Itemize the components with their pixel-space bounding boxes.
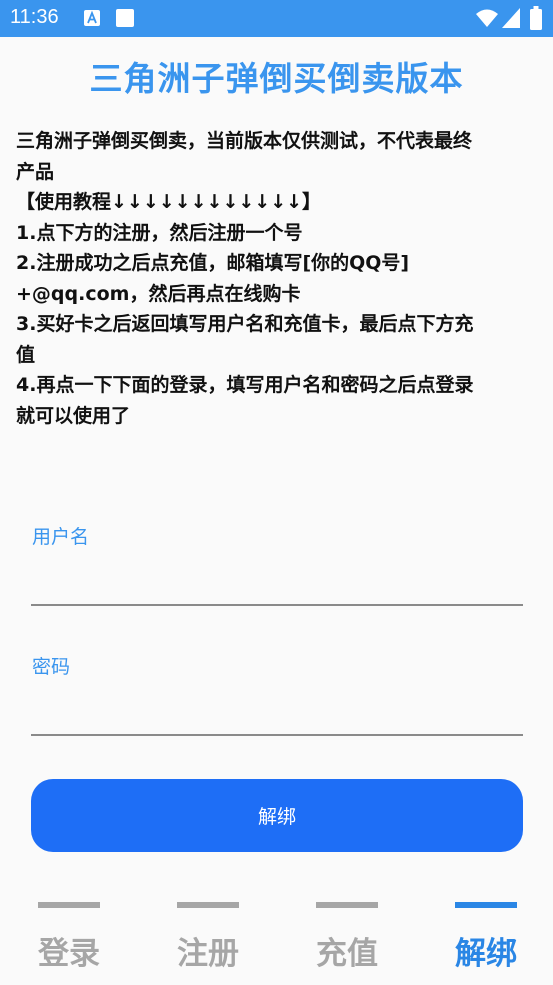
instruction-line: 三角洲子弹倒买倒卖，当前版本仅供测试，不代表最终: [16, 130, 473, 152]
a-notification-icon: [84, 10, 100, 26]
status-bar: 11:36: [0, 0, 553, 37]
instruction-line: 就可以使用了: [16, 404, 131, 427]
instruction-line: 1.点下方的注册，然后注册一个号: [16, 221, 303, 244]
username-label: 用户名: [32, 526, 90, 548]
nav-tab-label: 登录: [38, 936, 100, 972]
instructions-text: 三角洲子弹倒买倒卖，当前版本仅供测试，不代表最终 产品 【使用教程↓↓↓↓↓↓↓…: [16, 126, 538, 431]
bottom-nav: 登录 注册 充值 解绑: [0, 892, 553, 985]
signal-icon: [502, 8, 520, 28]
nav-tab-unbind[interactable]: 解绑: [455, 902, 517, 972]
instruction-line: 【使用教程↓↓↓↓↓↓↓↓↓↓↓↓】: [16, 191, 322, 213]
page-title: 三角洲子弹倒买倒卖版本: [89, 59, 464, 98]
nav-tab-label: 注册: [177, 936, 239, 972]
nav-indicator: [177, 902, 239, 908]
nav-tab-login[interactable]: 登录: [38, 902, 100, 972]
wifi-icon: [476, 9, 498, 27]
instruction-line: +@qq.com，然后再点在线购卡: [16, 282, 301, 305]
password-label: 密码: [32, 656, 71, 678]
battery-icon: [530, 6, 542, 30]
nav-tab-label: 解绑: [455, 936, 517, 972]
instruction-line: 值: [16, 343, 36, 366]
instruction-line: 2.注册成功之后点充值，邮箱填写[你的QQ号]: [16, 252, 410, 274]
square-notification-icon: [116, 9, 134, 27]
status-time: 11:36: [10, 6, 59, 28]
instruction-line: 3.买好卡之后返回填写用户名和充值卡，最后点下方充: [16, 313, 474, 335]
nav-indicator: [316, 902, 378, 908]
nav-indicator: [38, 902, 100, 908]
instruction-line: 产品: [16, 160, 55, 183]
instruction-line: 4.再点一下下面的登录，填写用户名和密码之后点登录: [16, 374, 474, 396]
username-input[interactable]: [31, 560, 523, 606]
nav-indicator: [455, 902, 517, 908]
nav-tab-label: 充值: [316, 936, 378, 972]
nav-tab-register[interactable]: 注册: [177, 902, 239, 972]
nav-tab-recharge[interactable]: 充值: [316, 902, 378, 972]
password-input[interactable]: [31, 690, 523, 736]
unbind-button[interactable]: 解绑: [31, 779, 523, 852]
